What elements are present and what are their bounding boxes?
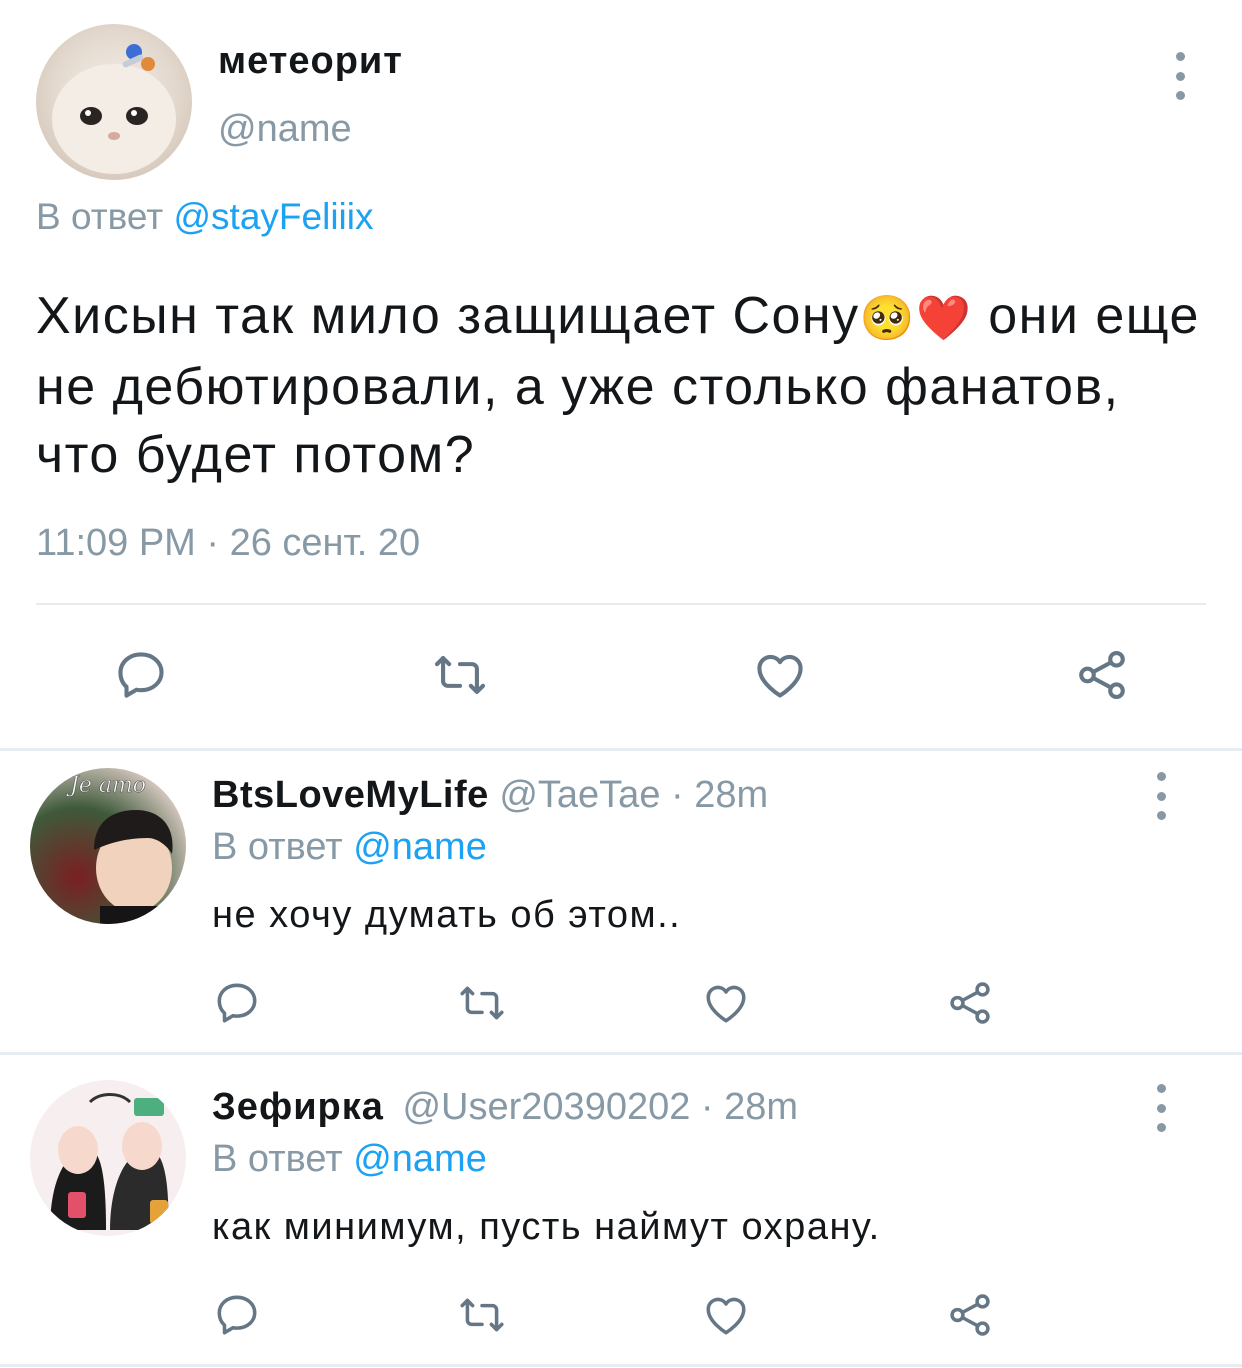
reply-to-link[interactable]: @name (353, 1138, 487, 1180)
divider (0, 1364, 1242, 1367)
retweet-icon (460, 986, 504, 1020)
drawing-image (50, 1093, 169, 1230)
more-icon (1156, 1084, 1166, 1093)
like-button[interactable] (700, 1290, 752, 1340)
retweet-icon (460, 1298, 504, 1332)
reply-prefix: В ответ (36, 196, 164, 237)
pleading-face-icon: 🥺 (859, 294, 916, 343)
share-icon (950, 982, 990, 1024)
share-button[interactable] (944, 1290, 996, 1340)
reply-icon (217, 983, 257, 1023)
reply-context: В ответ @stayFeliiix (36, 196, 373, 238)
reply-display-name[interactable]: BtsLoveMyLife (212, 774, 489, 816)
share-button[interactable] (1072, 646, 1132, 704)
reply-text: не хочу думать об этом.. (212, 894, 682, 936)
like-icon (706, 985, 746, 1023)
reply-icon (118, 652, 164, 698)
reply-button[interactable] (212, 978, 262, 1028)
reply-display-name[interactable]: Зефирка (212, 1086, 384, 1128)
tweet-timestamp[interactable]: 11:09 PM · 26 сент. 20 (36, 522, 420, 565)
handle[interactable]: @name (218, 108, 352, 151)
profile-photo: Je amo (66, 773, 173, 924)
share-icon (1079, 650, 1125, 700)
retweet-button[interactable] (456, 978, 508, 1028)
reply-text: как минимум, пусть наймут охрану. (212, 1206, 881, 1248)
reply-prefix: В ответ (212, 826, 343, 868)
share-button[interactable] (944, 978, 996, 1028)
more-icon (1156, 772, 1166, 781)
reply-meta: @TaeTae · 28m (499, 774, 769, 816)
reply-context: В ответ @name (212, 826, 487, 869)
tweet-text: Хисын так мило защищает Сону🥺❤️ они еще … (36, 282, 1206, 489)
tweet-text-part1: Хисын так мило защищает Сону (36, 287, 860, 345)
share-icon (950, 1294, 990, 1336)
avatar-script-text: Je amo (66, 773, 146, 798)
reply-prefix: В ответ (212, 1138, 343, 1180)
divider (0, 1052, 1242, 1055)
reply-avatar[interactable] (30, 1080, 186, 1236)
reply-button[interactable] (112, 646, 170, 704)
divider (0, 748, 1242, 751)
reply-button[interactable] (212, 1290, 262, 1340)
more-options-button[interactable] (1168, 52, 1192, 100)
reply-header: Зефирка @User20390202 · 28m (212, 1086, 798, 1129)
more-icon (1175, 52, 1185, 61)
reply-more-options-button[interactable] (1149, 1084, 1173, 1132)
reply-icon (217, 1295, 257, 1335)
reply-to-link[interactable]: @name (353, 826, 487, 868)
retweet-button[interactable] (456, 1290, 508, 1340)
reply-meta: @User20390202 · 28m (402, 1086, 799, 1128)
reply-avatar[interactable]: Je amo (30, 768, 186, 924)
reply-more-options-button[interactable] (1149, 772, 1173, 820)
red-heart-icon: ❤️ (915, 294, 973, 343)
reply-context: В ответ @name (212, 1138, 487, 1181)
like-icon (757, 654, 803, 698)
retweet-button[interactable] (430, 646, 490, 704)
reply-header: BtsLoveMyLife @TaeTae · 28m (212, 774, 768, 817)
cat-image (52, 44, 176, 174)
like-button[interactable] (750, 646, 810, 704)
display-name[interactable]: метеорит (218, 40, 403, 83)
like-icon (706, 1297, 746, 1335)
like-button[interactable] (700, 978, 752, 1028)
main-avatar[interactable] (36, 24, 192, 180)
stats-divider (36, 603, 1206, 605)
retweet-icon (434, 656, 486, 694)
reply-to-link[interactable]: @stayFeliiix (174, 196, 374, 237)
